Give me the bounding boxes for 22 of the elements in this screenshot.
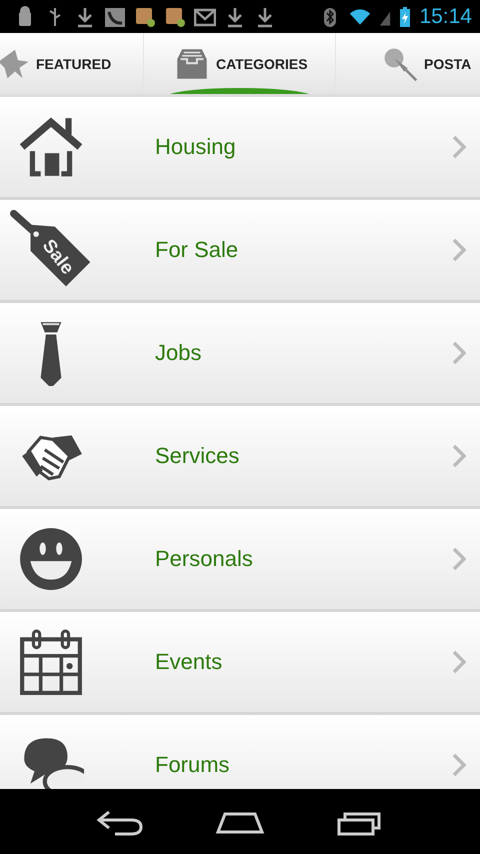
battery-icon <box>399 6 412 28</box>
chevron-icon <box>452 547 466 571</box>
chevron-icon <box>452 238 466 262</box>
tab[interactable]: FEATURED <box>0 33 144 94</box>
tab[interactable]: CATEGORIES <box>144 33 336 94</box>
category-label: For Sale <box>155 237 240 263</box>
category-label: Services <box>155 443 240 469</box>
chevron-icon <box>452 650 466 674</box>
category-label: Personals <box>155 546 254 572</box>
category-label: Events <box>155 649 224 675</box>
pushpin-icon <box>382 46 418 82</box>
chevron-icon <box>452 753 466 777</box>
category-label: Housing <box>155 134 237 160</box>
clock-text: 15:14 <box>419 4 472 28</box>
chevron-icon <box>452 135 466 159</box>
calendar-icon <box>18 629 84 695</box>
chevron-icon <box>452 444 466 468</box>
tab[interactable]: POSTA <box>336 33 480 94</box>
category-label: Jobs <box>155 340 202 366</box>
category-label: Forums <box>155 752 231 778</box>
chevron-icon <box>452 341 466 365</box>
smiley-icon <box>18 526 84 592</box>
